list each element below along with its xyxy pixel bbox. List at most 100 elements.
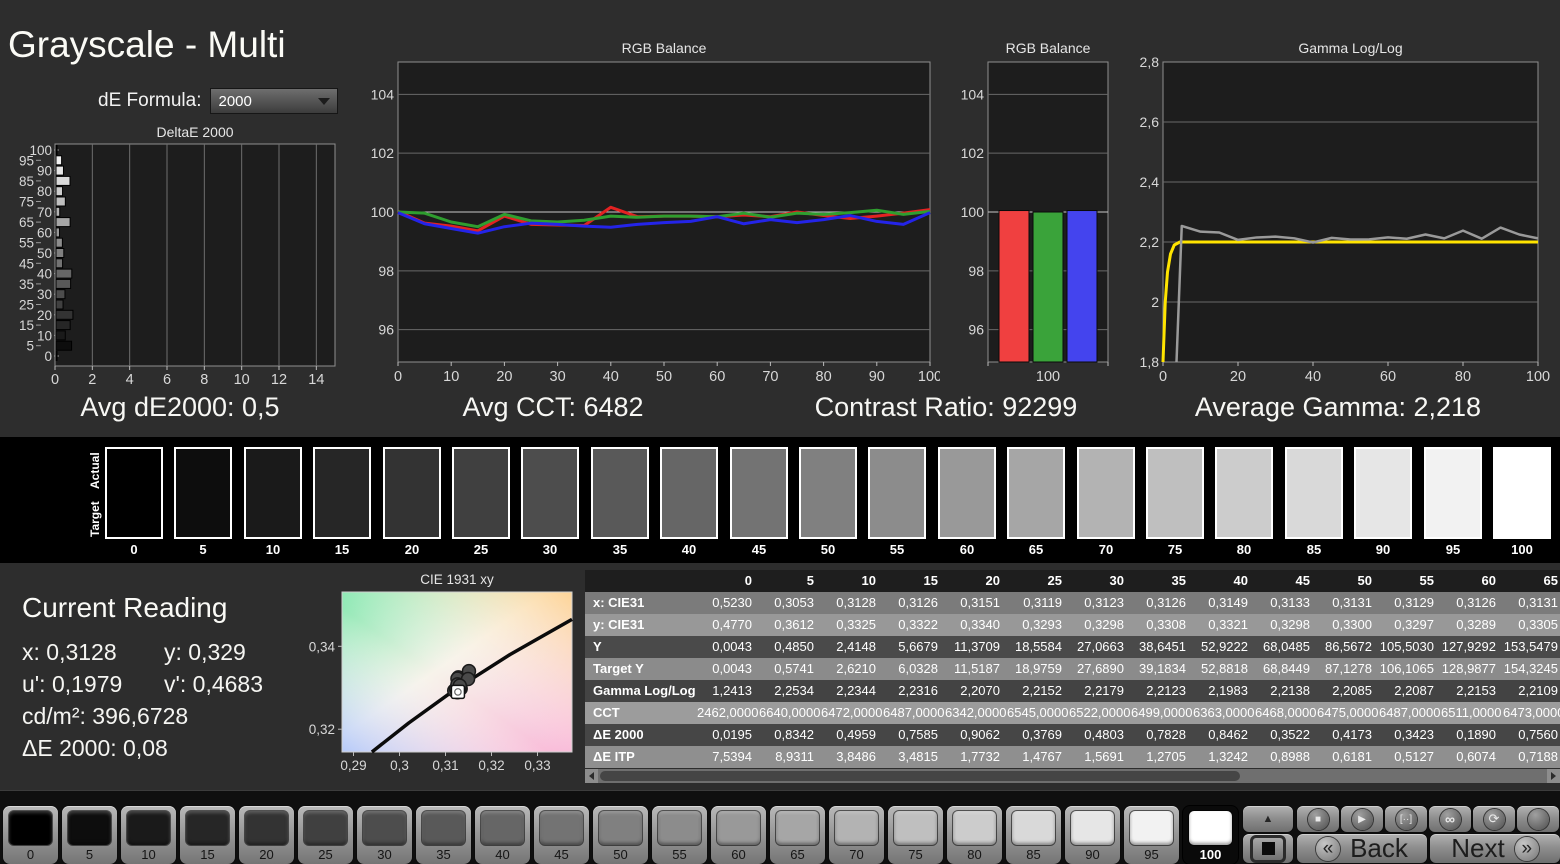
level-button-0[interactable]: 0: [3, 806, 58, 864]
de-formula-select[interactable]: 2000: [210, 88, 339, 114]
scrollbar-thumb[interactable]: [600, 771, 1240, 781]
table-cell: 2,2109: [1518, 683, 1558, 698]
table-cell: 2,2085: [1332, 683, 1372, 698]
table-cell: 0,7585: [898, 727, 938, 742]
level-label: 45: [554, 847, 569, 862]
table-scrollbar[interactable]: [585, 769, 1560, 783]
deltae-bar-chart: DeltaE 2000 0 2 4 6 8 10 12 14 0 5 10 15 20 25 30 35 40 45…: [10, 124, 358, 390]
pattern-up-button[interactable]: ▲: [1243, 806, 1293, 832]
svg-text:55: 55: [19, 236, 34, 251]
pattern-window-button[interactable]: [··]: [1385, 806, 1427, 832]
table-cell: 0,3119: [1023, 595, 1062, 610]
pattern-stop-button[interactable]: [1243, 834, 1293, 863]
table-cell: 6473,0000: [1503, 705, 1560, 720]
level-label: 75: [908, 847, 923, 862]
table-cell: 0,3340: [960, 617, 1000, 632]
play-button[interactable]: ▶: [1341, 806, 1383, 832]
level-button-45[interactable]: 45: [534, 806, 589, 864]
level-button-70[interactable]: 70: [829, 806, 884, 864]
column-header-30: 30: [1109, 573, 1124, 588]
grayscale-report-screen: Grayscale - Multi dE Formula: 2000 Delta…: [0, 0, 1560, 864]
level-button-40[interactable]: 40: [475, 806, 530, 864]
level-patch: [186, 811, 229, 845]
swatch-label-50: 50: [820, 542, 836, 557]
table-cell: 0,3300: [1332, 617, 1372, 632]
level-button-35[interactable]: 35: [416, 806, 471, 864]
back-button[interactable]: « Back: [1297, 833, 1427, 863]
row-label: Target Y: [593, 661, 644, 676]
table-cell: 0,1890: [1456, 727, 1496, 742]
svg-text:0: 0: [51, 372, 59, 388]
svg-text:0: 0: [44, 349, 52, 364]
swatch-label-85: 85: [1306, 542, 1322, 557]
table-cell: 105,5030: [1379, 639, 1434, 654]
row-label: y: CIE31: [593, 617, 645, 632]
scroll-left-icon[interactable]: [585, 769, 598, 783]
level-label: 55: [672, 847, 687, 862]
table-cell: 6545,0000: [1007, 705, 1069, 720]
swatch-label-0: 0: [130, 542, 138, 557]
blank-circle-button[interactable]: [1517, 806, 1559, 832]
level-button-75[interactable]: 75: [888, 806, 943, 864]
level-button-90[interactable]: 90: [1065, 806, 1120, 864]
stop-button[interactable]: ■: [1297, 806, 1339, 832]
svg-text:70: 70: [762, 369, 778, 385]
table-cell: 6511,0000: [1441, 705, 1502, 720]
svg-text:RGB Balance: RGB Balance: [1006, 40, 1091, 56]
level-button-15[interactable]: 15: [180, 806, 235, 864]
svg-text:40: 40: [37, 267, 52, 282]
table-cell: 27,0663: [1077, 639, 1124, 654]
level-button-55[interactable]: 55: [652, 806, 707, 864]
table-cell: 1,7732: [960, 749, 1000, 764]
chevron-down-icon: [318, 97, 331, 105]
level-button-100[interactable]: 100: [1183, 806, 1238, 864]
level-button-65[interactable]: 65: [770, 806, 825, 864]
svg-text:0,31: 0,31: [432, 758, 458, 773]
svg-text:90: 90: [869, 369, 885, 385]
level-button-95[interactable]: 95: [1124, 806, 1179, 864]
table-cell: 27,6890: [1077, 661, 1124, 676]
level-button-60[interactable]: 60: [711, 806, 766, 864]
scroll-right-icon[interactable]: [1547, 769, 1560, 783]
refresh-icon: ⟳: [1483, 808, 1505, 830]
swatch-label-70: 70: [1098, 542, 1114, 557]
level-patch: [835, 811, 878, 845]
level-button-5[interactable]: 5: [62, 806, 117, 864]
level-button-25[interactable]: 25: [298, 806, 353, 864]
refresh-button[interactable]: ⟳: [1473, 806, 1515, 832]
table-cell: 6475,0000: [1317, 705, 1379, 720]
stat-contrast-ratio: Contrast Ratio: 92299: [814, 392, 1078, 422]
level-button-20[interactable]: 20: [239, 806, 294, 864]
table-cell: 2462,0000: [697, 705, 759, 720]
row-label: CCT: [593, 705, 620, 720]
table-cell: 2,2179: [1084, 683, 1124, 698]
svg-text:100: 100: [371, 204, 395, 220]
svg-text:100: 100: [918, 369, 940, 385]
level-button-80[interactable]: 80: [947, 806, 1002, 864]
table-cell: 0,3129: [1394, 595, 1434, 610]
level-button-50[interactable]: 50: [593, 806, 648, 864]
table-cell: 0,3053: [774, 595, 814, 610]
table-cell: 153,5479: [1503, 639, 1558, 654]
level-button-85[interactable]: 85: [1006, 806, 1061, 864]
infinity-button[interactable]: ∞: [1429, 806, 1471, 832]
next-button[interactable]: Next »: [1430, 833, 1560, 863]
svg-text:50: 50: [37, 246, 52, 261]
level-patch: [776, 811, 819, 845]
svg-text:0: 0: [1159, 369, 1167, 385]
svg-text:60: 60: [37, 225, 52, 240]
swatch-label-30: 30: [542, 542, 558, 557]
table-cell: 0,3128: [836, 595, 876, 610]
svg-text:5: 5: [26, 339, 34, 354]
level-button-10[interactable]: 10: [121, 806, 176, 864]
svg-text:CIE 1931 xy: CIE 1931 xy: [420, 572, 494, 587]
table-cell: 0,6181: [1332, 749, 1372, 764]
table-cell: 0,6074: [1456, 749, 1496, 764]
swatch-70: [1077, 447, 1135, 539]
level-button-30[interactable]: 30: [357, 806, 412, 864]
swatch-45: [730, 447, 788, 539]
table-cell: 0,3322: [898, 617, 938, 632]
table-cell: 6468,0000: [1255, 705, 1317, 720]
column-header-10: 10: [861, 573, 876, 588]
de-formula-value: 2000: [218, 92, 252, 110]
